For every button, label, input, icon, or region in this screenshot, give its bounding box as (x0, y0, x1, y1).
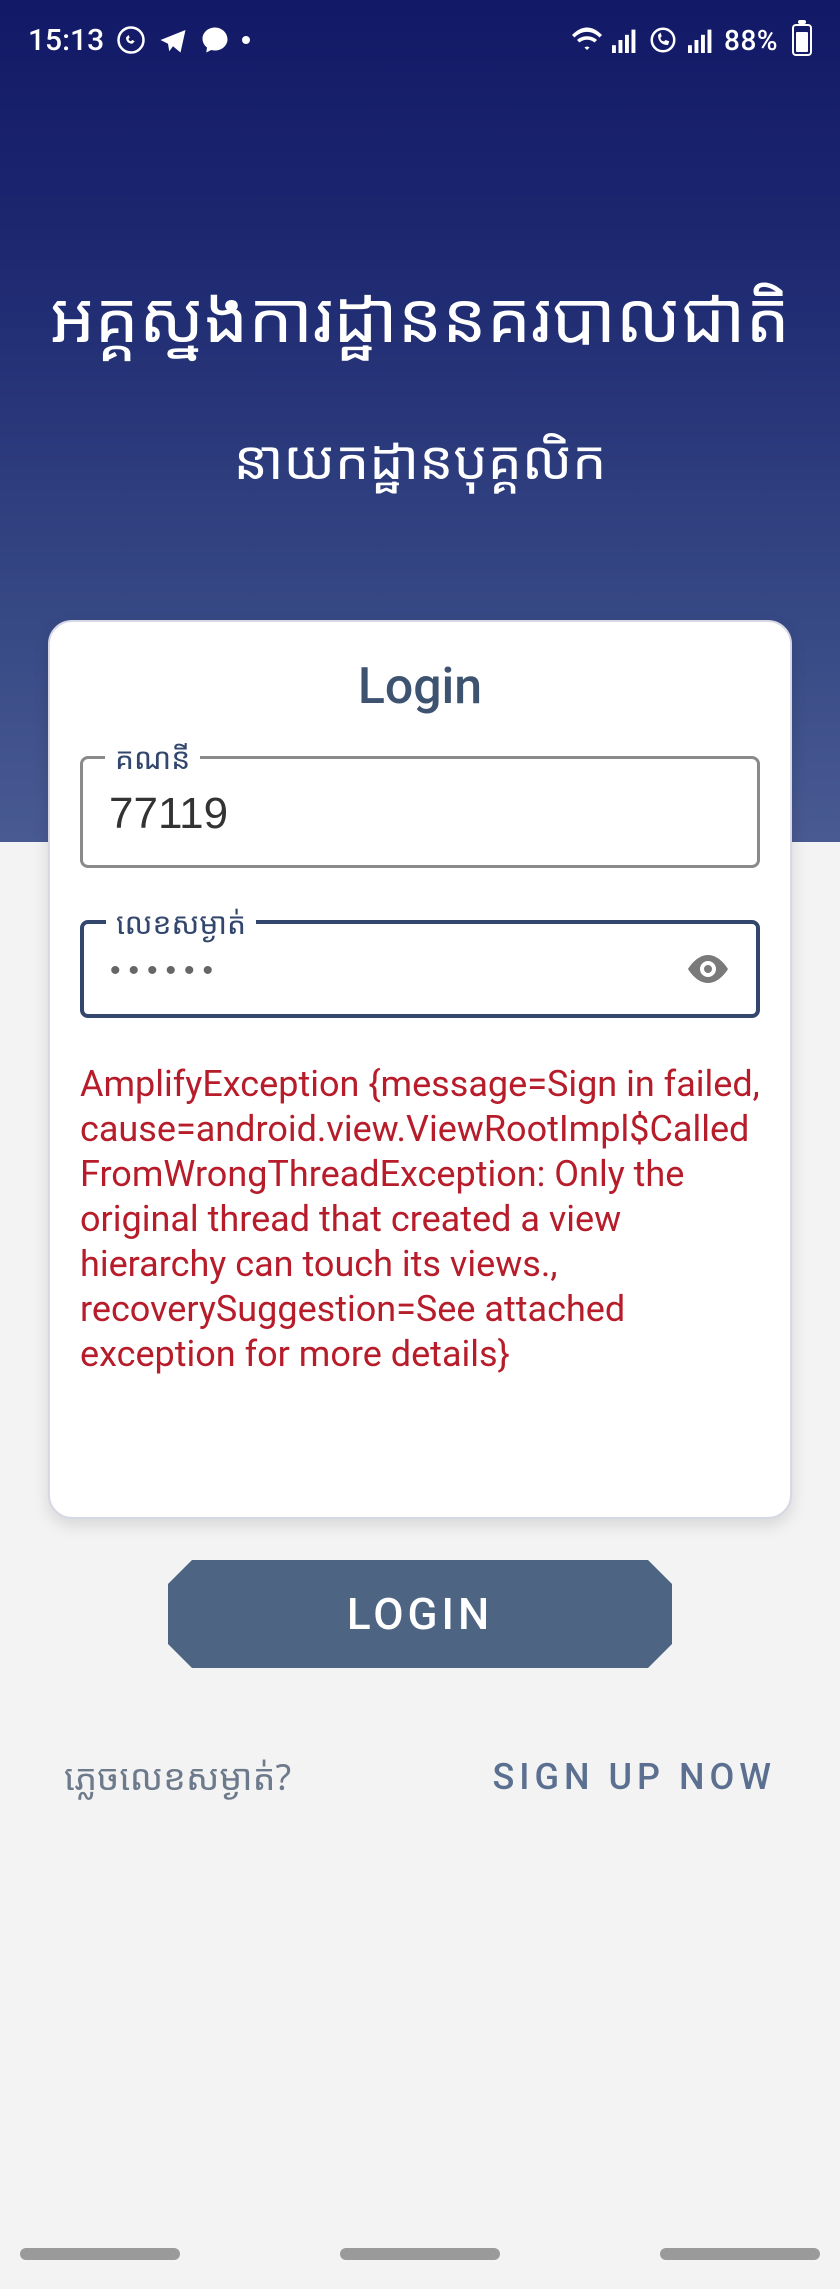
nav-recent-button[interactable] (20, 2248, 180, 2260)
login-button-label: LOGIN (347, 1588, 493, 1640)
app-subtitle: នាយកដ្ឋានបុគ្គលិក (0, 421, 840, 495)
nav-home-button[interactable] (340, 2248, 500, 2260)
whatsapp-icon (116, 25, 146, 55)
login-button[interactable]: LOGIN (168, 1560, 672, 1668)
notification-dot-icon (242, 36, 250, 44)
messenger-icon (200, 25, 230, 55)
wifi-icon (572, 27, 602, 53)
forgot-password-link[interactable]: ភ្លេចលេខសម្ងាត់? (64, 1752, 291, 1801)
card-title: Login (80, 658, 760, 716)
account-label: គណនី (105, 737, 200, 778)
sign-up-link[interactable]: SIGN UP NOW (492, 1756, 776, 1798)
android-nav-bar (0, 2239, 840, 2269)
toggle-password-visibility-button[interactable] (680, 941, 736, 997)
password-label: លេខសម្ងាត់ (106, 902, 256, 943)
app-title: អគ្គស្នងការដ្ឋាននគរបាលជាតិ (0, 270, 840, 361)
signal-icon (612, 27, 638, 53)
password-input[interactable] (110, 954, 666, 988)
eye-icon (684, 945, 732, 993)
volte-icon (648, 25, 678, 55)
status-bar: 15:13 88% (0, 0, 840, 80)
signal-2-icon (688, 27, 714, 53)
battery-percent: 88% (724, 24, 778, 57)
account-field-wrapper: គណនី (80, 756, 760, 868)
telegram-icon (158, 25, 188, 55)
password-field-wrapper: លេខសម្ងាត់ (80, 920, 760, 1018)
status-time: 15:13 (28, 23, 104, 58)
battery-icon (792, 24, 812, 56)
account-input[interactable] (109, 789, 731, 839)
error-message: AmplifyException {message=Sign in failed… (80, 1062, 760, 1377)
login-card: Login គណនី លេខសម្ងាត់ AmplifyException {… (48, 620, 792, 1519)
nav-back-button[interactable] (660, 2248, 820, 2260)
